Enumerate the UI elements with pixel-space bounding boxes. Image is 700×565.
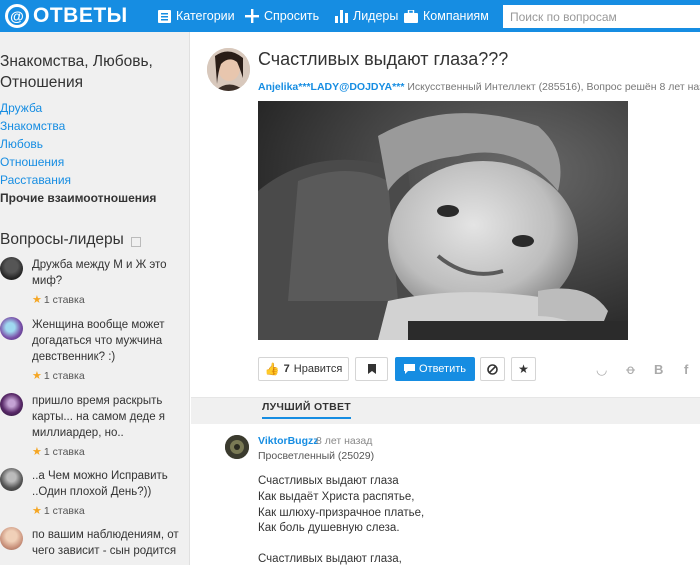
info-icon[interactable] (130, 236, 141, 247)
nav-ask-label: Спросить (264, 9, 320, 23)
category-title: Знакомства, Любовь, Отношения (0, 53, 153, 91)
answer-button[interactable]: Ответить (395, 357, 475, 381)
facebook-share-icon[interactable]: f (684, 362, 688, 377)
leader-question-text[interactable]: Женщина вообще может догадаться что мужч… (32, 317, 182, 365)
category-link-breakups[interactable]: Расставания (0, 173, 71, 187)
stake-badge: ★ 1 ставка (32, 293, 85, 307)
briefcase-icon (404, 9, 418, 23)
category-link-relationships[interactable]: Отношения (0, 155, 64, 169)
avatar (0, 317, 23, 340)
star-icon: ★ (518, 362, 529, 376)
bookmark-icon (367, 364, 376, 374)
category-current-other: Прочие взаимоотношения (0, 191, 157, 205)
search-input[interactable] (503, 5, 700, 28)
tab-best-answer[interactable]: ЛУЧШИЙ ОТВЕТ (262, 401, 352, 419)
bookmark-button[interactable] (355, 357, 388, 381)
answer-label: Ответить (418, 363, 467, 375)
otvety-logo[interactable]: @ ОТВЕТЫ (5, 3, 128, 29)
answer-author-avatar[interactable] (225, 435, 249, 459)
question-author-link[interactable]: Anjelika***LADY@DOJDYA*** (258, 81, 404, 93)
portrait-image (207, 48, 250, 91)
star-icon: ★ (32, 505, 42, 517)
category-link-love[interactable]: Любовь (0, 137, 43, 151)
leaders-title-label: Вопросы-лидеры (0, 231, 124, 248)
question-author-avatar[interactable] (207, 48, 250, 91)
question-title: Счастливых выдают глаза??? (258, 49, 509, 69)
nav-leaders[interactable]: Лидеры (335, 0, 398, 32)
avatar (0, 257, 23, 280)
nav-categories[interactable]: Категории (158, 0, 235, 32)
bar-chart-icon (335, 9, 348, 23)
like-button[interactable]: 👍 7 Нравится (258, 357, 349, 381)
answer-author-link[interactable]: ViktorBugzz (258, 435, 318, 447)
nav-categories-label: Категории (176, 9, 235, 23)
favorite-button[interactable]: ★ (511, 357, 536, 381)
plus-icon (245, 9, 259, 23)
answer-text-line: Как выдаёт Христа распятье, (258, 491, 415, 503)
top-navigation-bar: @ ОТВЕТЫ Категории Спросить Лидеры Компа… (0, 0, 700, 32)
stake-label: 1 ставка (43, 293, 85, 306)
answer-author-rank: Просветленный (25029) (258, 450, 375, 462)
category-link-dating[interactable]: Знакомства (0, 119, 65, 133)
like-count: 7 (283, 363, 290, 375)
question-author-rank: Искусственный Интеллект (285516) (407, 81, 581, 93)
leader-question-text[interactable]: по вашим наблюдениям, от чего зависит - … (32, 527, 182, 559)
logo-text: ОТВЕТЫ (33, 4, 128, 27)
stake-label: 1 ставка (43, 445, 85, 458)
at-sign-icon: @ (5, 4, 29, 28)
avatar (0, 527, 23, 550)
answer-time: 8 лет назад (316, 435, 373, 447)
question-image[interactable] (258, 101, 628, 340)
nav-companies-label: Компаниям (423, 9, 489, 23)
question-status: Вопрос решён 8 лет назад (586, 81, 700, 93)
avatar (0, 393, 23, 416)
question-meta: Anjelika***LADY@DOJDYA*** Искусственный … (258, 81, 700, 93)
answer-text-line: Счастливых выдают глаза (258, 475, 399, 487)
stake-label: 1 ставка (43, 504, 85, 517)
nav-ask[interactable]: Спросить (245, 0, 319, 32)
vk-share-icon[interactable]: В (654, 362, 663, 377)
stake-badge: ★ 1 ставка (32, 504, 85, 518)
leaders-title: Вопросы-лидеры (0, 231, 141, 249)
avatar (0, 468, 23, 491)
leader-question-text[interactable]: ..а Чем можно Исправить ..Один плохой Де… (32, 468, 182, 500)
nav-companies[interactable]: Компаниям (404, 0, 489, 32)
list-icon (158, 9, 171, 23)
no-entry-icon (487, 363, 498, 375)
comment-icon (403, 364, 415, 374)
sidebar: Знакомства, Любовь, Отношения Дружба Зна… (0, 32, 190, 565)
star-icon: ★ (32, 446, 42, 458)
smile-share-icon[interactable]: ◡ (596, 362, 607, 378)
child-photo (258, 101, 628, 340)
answer-text-line: Как боль душевную слеза. (258, 522, 400, 534)
stake-badge: ★ 1 ставка (32, 369, 85, 383)
stake-label: 1 ставка (43, 369, 85, 382)
leader-question-text[interactable]: пришло время раскрыть карты... на самом … (32, 393, 182, 441)
avatar-image (225, 435, 249, 459)
leader-question-text[interactable]: Дружба между М и Ж это миф? (32, 257, 182, 289)
star-icon: ★ (32, 370, 42, 382)
answer-text-line: Как шлюху-призрачное платье, (258, 507, 425, 519)
answer-text-line: Счастливых выдают глаза, (258, 553, 402, 565)
thumbs-up-icon: 👍 (264, 362, 280, 376)
star-icon: ★ (32, 294, 42, 306)
nav-leaders-label: Лидеры (353, 9, 399, 23)
category-link-friendship[interactable]: Дружба (0, 101, 42, 115)
block-button[interactable] (480, 357, 505, 381)
odnoklassniki-share-icon[interactable]: ꝋ (626, 362, 635, 378)
like-label: Нравится (293, 363, 343, 375)
stake-badge: ★ 1 ставка (32, 445, 85, 459)
